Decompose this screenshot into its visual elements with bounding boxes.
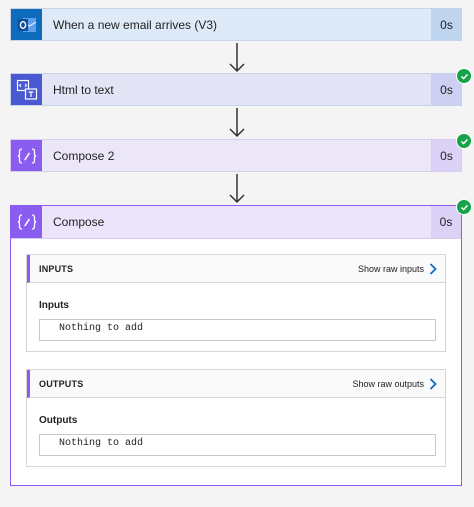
success-check-icon (456, 133, 472, 149)
compose-icon (11, 206, 42, 238)
step-title: Compose 2 (53, 148, 115, 163)
success-check-icon (456, 199, 472, 215)
step-duration: 0s (431, 9, 461, 40)
inputs-section: INPUTS Show raw inputs Inputs Nothing to… (26, 254, 446, 352)
inputs-header: INPUTS Show raw inputs (27, 255, 445, 283)
outputs-title: OUTPUTS (39, 378, 84, 389)
html-to-text-icon (11, 74, 42, 105)
step-compose-expanded: Compose 0s INPUTS Show raw inputs Inputs… (10, 205, 462, 486)
outputs-field-label: Outputs (39, 415, 78, 426)
inputs-title: INPUTS (39, 263, 74, 274)
compose-icon (11, 140, 42, 171)
step-title: When a new email arrives (V3) (53, 17, 218, 32)
step-compose-2[interactable]: Compose 2 0s (10, 139, 462, 172)
inputs-value: Nothing to add (39, 319, 436, 341)
step-title: Compose (53, 215, 105, 229)
step-html-to-text[interactable]: Html to text 0s (10, 73, 462, 106)
show-raw-inputs-link[interactable]: Show raw inputs (357, 262, 437, 275)
compose-header[interactable]: Compose 0s (11, 206, 461, 239)
outputs-value: Nothing to add (39, 434, 436, 456)
outlook-icon (11, 9, 42, 40)
outputs-header: OUTPUTS Show raw outputs (27, 370, 445, 398)
show-raw-inputs-label: Show raw inputs (357, 263, 424, 274)
step-email-trigger[interactable]: When a new email arrives (V3) 0s (10, 8, 462, 41)
arrow-down-icon (228, 174, 246, 209)
show-raw-outputs-link[interactable]: Show raw outputs (352, 377, 437, 390)
arrow-down-icon (228, 108, 246, 143)
inputs-field-label: Inputs (39, 300, 69, 311)
outputs-section: OUTPUTS Show raw outputs Outputs Nothing… (26, 369, 446, 467)
success-check-icon (456, 68, 472, 84)
step-title: Html to text (53, 82, 114, 97)
chevron-right-icon (429, 377, 437, 390)
chevron-right-icon (429, 262, 437, 275)
show-raw-outputs-label: Show raw outputs (352, 378, 424, 389)
